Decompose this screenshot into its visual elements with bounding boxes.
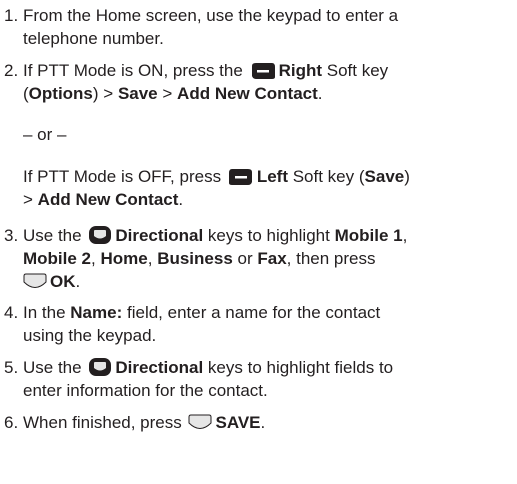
step-number: 6. — [4, 413, 19, 432]
step-number: 5. — [4, 358, 19, 377]
step-number: 3. — [4, 226, 19, 245]
ok-key-icon — [188, 414, 212, 438]
step-number: 1. — [4, 6, 19, 25]
step-number: 4. — [4, 303, 19, 322]
step-number: 2. — [4, 61, 19, 80]
ok-key-icon — [23, 273, 47, 297]
step-text: From the Home screen, use the keypad to … — [23, 6, 399, 25]
instruction-list: 1. From the Home screen, use the keypad … — [0, 0, 517, 484]
